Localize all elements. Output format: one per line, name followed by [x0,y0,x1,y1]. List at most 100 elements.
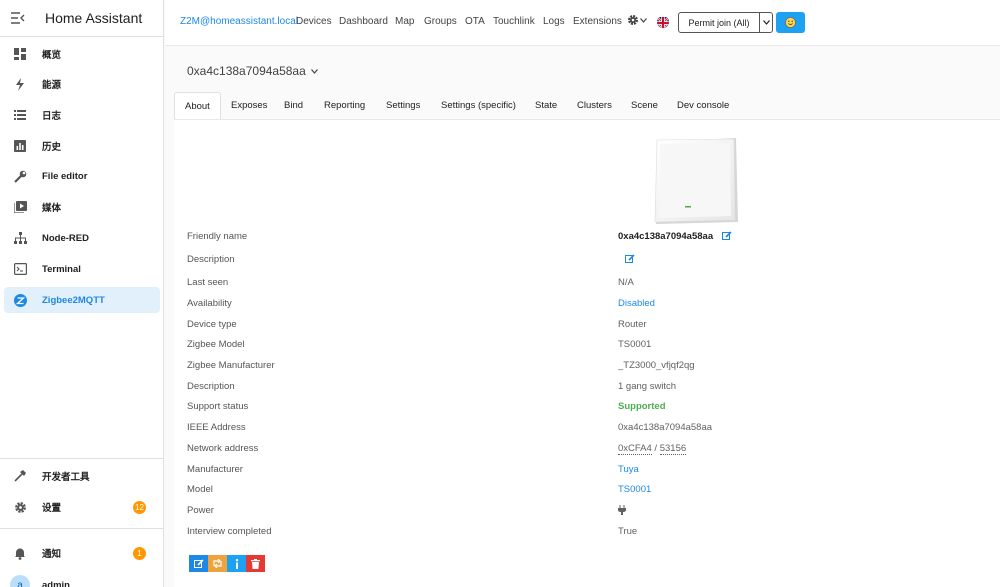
device-selector[interactable]: 0xa4c138a7094a58aa [187,64,318,78]
value-availability[interactable]: Disabled [618,298,655,309]
list-icon [6,110,34,120]
tab-reporting[interactable]: Reporting [314,92,375,119]
value-zigbee-model: TS0001 [618,339,652,350]
nav-devices[interactable]: Devices [296,16,332,27]
sidebar-item-user[interactable]: a admin [4,572,160,587]
permit-join-button[interactable]: Permit join (All) [678,12,773,33]
sidebar-divider [0,458,163,459]
sidebar-item-energy[interactable]: 能源 [4,71,160,97]
nav-touchlink[interactable]: Touchlink [493,16,535,27]
value-network-address: 0xCFA4 / 53156 [618,443,687,455]
sidebar-item-label: Zigbee2MQTT [42,294,105,306]
tab-settings[interactable]: Settings [376,92,430,119]
tab-clusters[interactable]: Clusters [567,92,622,119]
sidebar-item-settings[interactable]: 设置 12 [4,494,160,520]
info-icon [235,558,238,569]
nav-dashboard[interactable]: Dashboard [339,16,388,27]
sidebar-item-terminal[interactable]: Terminal [4,256,160,282]
menu-toggle-button[interactable] [0,0,36,37]
trash-icon [251,558,260,569]
label-power: Power [187,505,214,516]
nav-groups[interactable]: Groups [424,16,457,27]
nav-map[interactable]: Map [395,16,414,27]
label-model: Model [187,484,213,495]
sidebar-item-developer-tools[interactable]: 开发者工具 [4,463,160,489]
settings-menu-button[interactable] [627,14,647,26]
plug-icon [618,505,626,515]
avatar: a [10,575,30,587]
chevron-down-icon [310,68,318,74]
menu-collapse-icon[interactable] [11,12,25,24]
sidebar-header: Home Assistant [0,0,163,37]
sidebar-item-label: 历史 [42,142,62,153]
sidebar-item-logbook[interactable]: 日志 [4,102,160,128]
sidebar-item-file-editor[interactable]: File editor [4,163,160,189]
label-description: Description [187,254,235,265]
network-address-separator: / [651,443,660,454]
sidebar-item-label: 日志 [42,111,62,122]
language-flag-icon[interactable] [657,16,669,28]
label-device-type: Device type [187,319,237,330]
sidebar-item-notifications[interactable]: 通知 1 [4,540,160,566]
sidebar-item-node-red[interactable]: Node-RED [4,225,160,251]
about-panel [174,119,1000,587]
user-name: admin [42,579,70,587]
tab-about[interactable]: About [174,92,221,119]
value-ieee-address: 0xa4c138a7094a58aa [618,422,713,433]
app-title: Home Assistant [45,10,143,26]
device-image [652,138,740,226]
nav-logs[interactable]: Logs [543,16,565,27]
lightning-icon [6,77,34,91]
sidebar-item-history[interactable]: 历史 [4,133,160,159]
gear-icon [628,15,638,25]
sidebar-item-label: 开发者工具 [42,472,90,483]
theme-toggle-button[interactable] [776,12,805,33]
sidebar-item-media[interactable]: 媒体 [4,194,160,220]
permit-join-label[interactable]: Permit join (All) [679,13,760,32]
z2m-instance-link[interactable]: Z2M@homeassistant.local [180,16,298,27]
rename-button[interactable] [189,555,208,572]
tab-dev-console[interactable]: Dev console [667,92,739,119]
nav-extensions[interactable]: Extensions [573,16,622,27]
tab-bind[interactable]: Bind [274,92,313,119]
device-actions [189,555,265,572]
edit-icon[interactable] [721,231,732,241]
label-availability: Availability [187,298,232,309]
label-model-description: Description [187,381,235,392]
label-zigbee-manufacturer: Zigbee Manufacturer [187,360,275,371]
edit-icon[interactable] [625,254,635,264]
zigbee-icon [6,293,34,307]
tab-scene[interactable]: Scene [621,92,668,119]
tab-exposes[interactable]: Exposes [221,92,277,119]
label-last-seen: Last seen [187,277,229,288]
value-manufacturer[interactable]: Tuya [618,464,639,475]
chevron-down-icon [640,17,647,23]
sidebar-item-overview[interactable]: 概览 [4,41,160,67]
hammer-icon [6,470,34,482]
interview-button[interactable] [227,555,246,572]
value-friendly-name: 0xa4c138a7094a58aa [618,231,732,242]
console-icon [6,263,34,275]
tab-state[interactable]: State [525,92,567,119]
bell-icon [6,547,34,560]
label-zigbee-model: Zigbee Model [187,339,245,350]
reconfigure-button[interactable] [208,555,227,572]
retweet-icon [213,559,222,568]
sidebar-item-label: File editor [42,170,88,182]
network-address-hex: 0xCFA4 [618,443,652,455]
label-interview-completed: Interview completed [187,526,272,537]
remove-button[interactable] [246,555,265,572]
value-interview-completed: True [618,526,638,537]
nav-ota[interactable]: OTA [465,16,485,27]
play-icon [6,201,34,213]
permit-join-dropdown[interactable] [760,13,772,32]
sidebar-item-label: Node-RED [42,232,89,244]
value-support-status: Supported [618,401,666,412]
value-model-description: 1 gang switch [618,381,677,392]
sidebar-item-label: 媒体 [42,203,62,214]
dashboard-icon [6,48,34,60]
value-model[interactable]: TS0001 [618,484,651,495]
sidebar-divider [0,528,163,529]
sidebar-item-zigbee2mqtt[interactable]: Zigbee2MQTT [4,287,160,313]
tab-settings-specific[interactable]: Settings (specific) [431,92,526,119]
